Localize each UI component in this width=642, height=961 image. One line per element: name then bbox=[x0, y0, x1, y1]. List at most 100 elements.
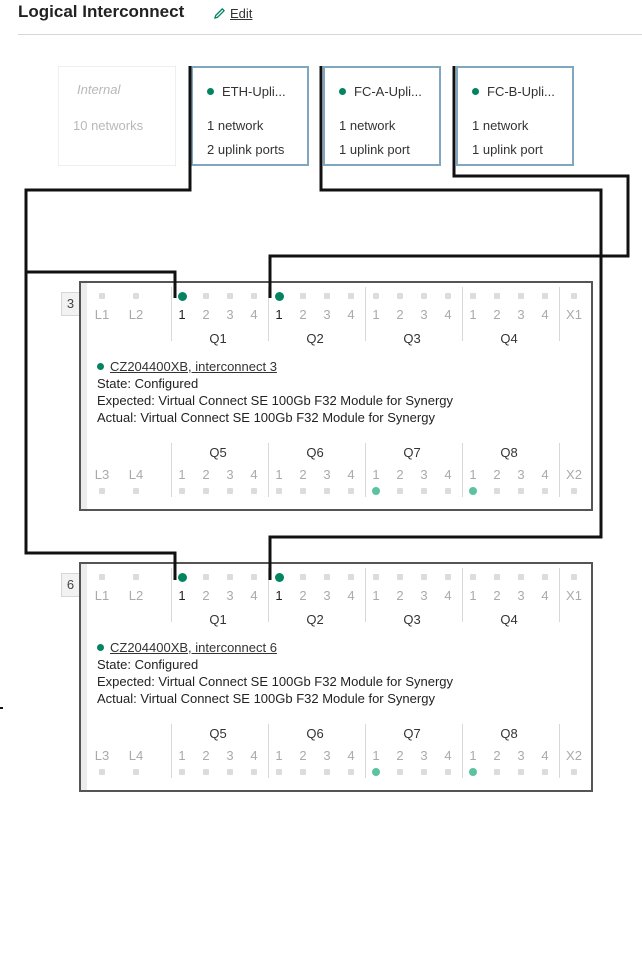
port-q3-4[interactable]: 4 bbox=[437, 285, 459, 345]
port-q3-3[interactable]: 3 bbox=[413, 566, 435, 626]
port-l2[interactable]: L2 bbox=[125, 285, 147, 345]
port-label: 3 bbox=[226, 748, 234, 763]
port-q7-2[interactable]: 2 bbox=[389, 441, 411, 501]
port-q5-2[interactable]: 2 bbox=[195, 441, 217, 501]
port-l3[interactable]: L3 bbox=[91, 722, 113, 782]
port-q1-2[interactable]: 2 bbox=[195, 566, 217, 626]
port-q1-4[interactable]: 4 bbox=[243, 285, 265, 345]
port-x2[interactable]: X2 bbox=[563, 722, 585, 782]
port-label: 3 bbox=[226, 307, 234, 322]
port-led bbox=[300, 293, 306, 299]
port-x1[interactable]: X1 bbox=[563, 285, 585, 345]
port-q1-1[interactable]: 1 bbox=[171, 566, 193, 626]
port-q6-4[interactable]: 4 bbox=[340, 441, 362, 501]
port-q7-3[interactable]: 3 bbox=[413, 722, 435, 782]
port-q5-2[interactable]: 2 bbox=[195, 722, 217, 782]
port-q1-3[interactable]: 3 bbox=[219, 285, 241, 345]
port-q3-4[interactable]: 4 bbox=[437, 566, 459, 626]
port-q3-2[interactable]: 2 bbox=[389, 566, 411, 626]
port-l4[interactable]: L4 bbox=[125, 441, 147, 501]
port-q5-1[interactable]: 1 bbox=[171, 441, 193, 501]
port-q4-2[interactable]: 2 bbox=[486, 285, 508, 345]
uplink-set-fc-b[interactable]: FC-B-Upli... 1 network 1 uplink port bbox=[456, 66, 574, 166]
port-q1-4[interactable]: 4 bbox=[243, 566, 265, 626]
port-q8-3[interactable]: 3 bbox=[510, 441, 532, 501]
port-led bbox=[470, 574, 476, 580]
port-q4-1[interactable]: 1 bbox=[462, 566, 484, 626]
port-q7-3[interactable]: 3 bbox=[413, 441, 435, 501]
port-x2[interactable]: X2 bbox=[563, 441, 585, 501]
port-label: 4 bbox=[541, 748, 549, 763]
port-q4-3[interactable]: 3 bbox=[510, 285, 532, 345]
port-l1[interactable]: L1 bbox=[91, 566, 113, 626]
port-q2-4[interactable]: 4 bbox=[340, 566, 362, 626]
port-q4-1[interactable]: 1 bbox=[462, 285, 484, 345]
port-q8-1[interactable]: 1 bbox=[462, 722, 484, 782]
uplink-set-fc-a[interactable]: FC-A-Upli... 1 network 1 uplink port bbox=[323, 66, 441, 166]
port-x1[interactable]: X1 bbox=[563, 566, 585, 626]
uplink-set-name: FC-B-Upli... bbox=[487, 84, 555, 99]
port-q7-1[interactable]: 1 bbox=[365, 441, 387, 501]
port-q8-2[interactable]: 2 bbox=[486, 441, 508, 501]
port-q7-4[interactable]: 4 bbox=[437, 441, 459, 501]
port-q3-3[interactable]: 3 bbox=[413, 285, 435, 345]
port-label: X2 bbox=[566, 467, 582, 482]
port-q3-2[interactable]: 2 bbox=[389, 285, 411, 345]
interconnect-link[interactable]: CZ204400XB, interconnect 3 bbox=[110, 358, 277, 375]
port-q6-2[interactable]: 2 bbox=[292, 441, 314, 501]
port-q3-1[interactable]: 1 bbox=[365, 285, 387, 345]
port-led bbox=[397, 769, 403, 775]
port-q2-3[interactable]: 3 bbox=[316, 566, 338, 626]
port-q6-2[interactable]: 2 bbox=[292, 722, 314, 782]
port-l2[interactable]: L2 bbox=[125, 566, 147, 626]
port-q5-1[interactable]: 1 bbox=[171, 722, 193, 782]
uplink-set-name: Internal bbox=[77, 82, 121, 97]
port-q4-4[interactable]: 4 bbox=[534, 285, 556, 345]
port-q1-2[interactable]: 2 bbox=[195, 285, 217, 345]
port-q5-3[interactable]: 3 bbox=[219, 722, 241, 782]
port-l1[interactable]: L1 bbox=[91, 285, 113, 345]
port-label: 3 bbox=[420, 467, 428, 482]
port-q5-4[interactable]: 4 bbox=[243, 441, 265, 501]
port-q8-3[interactable]: 3 bbox=[510, 722, 532, 782]
edit-link[interactable]: Edit bbox=[213, 6, 252, 21]
port-q1-1[interactable]: 1 bbox=[171, 285, 193, 345]
port-q2-1[interactable]: 1 bbox=[268, 285, 290, 345]
uplink-set-networks: 1 network bbox=[207, 118, 264, 133]
port-q6-3[interactable]: 3 bbox=[316, 441, 338, 501]
port-label: 1 bbox=[372, 588, 380, 603]
port-q5-3[interactable]: 3 bbox=[219, 441, 241, 501]
port-q5-4[interactable]: 4 bbox=[243, 722, 265, 782]
port-q3-1[interactable]: 1 bbox=[365, 566, 387, 626]
port-uplink-led bbox=[275, 292, 284, 301]
port-q1-3[interactable]: 3 bbox=[219, 566, 241, 626]
port-q7-4[interactable]: 4 bbox=[437, 722, 459, 782]
port-q6-1[interactable]: 1 bbox=[268, 722, 290, 782]
port-q8-4[interactable]: 4 bbox=[534, 722, 556, 782]
port-q6-4[interactable]: 4 bbox=[340, 722, 362, 782]
interconnect-link[interactable]: CZ204400XB, interconnect 6 bbox=[110, 639, 277, 656]
uplink-set-eth[interactable]: ETH-Upli... 1 network 2 uplink ports bbox=[191, 66, 309, 166]
interconnect-expected: Expected: Virtual Connect SE 100Gb F32 M… bbox=[97, 674, 454, 689]
port-q4-3[interactable]: 3 bbox=[510, 566, 532, 626]
port-q8-4[interactable]: 4 bbox=[534, 441, 556, 501]
port-q2-2[interactable]: 2 bbox=[292, 566, 314, 626]
port-q8-2[interactable]: 2 bbox=[486, 722, 508, 782]
port-label: 2 bbox=[396, 307, 404, 322]
port-q8-1[interactable]: 1 bbox=[462, 441, 484, 501]
port-q4-4[interactable]: 4 bbox=[534, 566, 556, 626]
port-l3[interactable]: L3 bbox=[91, 441, 113, 501]
port-q4-2[interactable]: 2 bbox=[486, 566, 508, 626]
port-led bbox=[203, 769, 209, 775]
port-q2-1[interactable]: 1 bbox=[268, 566, 290, 626]
port-q6-1[interactable]: 1 bbox=[268, 441, 290, 501]
port-q7-2[interactable]: 2 bbox=[389, 722, 411, 782]
port-label: 4 bbox=[444, 467, 452, 482]
port-q2-3[interactable]: 3 bbox=[316, 285, 338, 345]
port-q6-3[interactable]: 3 bbox=[316, 722, 338, 782]
port-q2-2[interactable]: 2 bbox=[292, 285, 314, 345]
port-l4[interactable]: L4 bbox=[125, 722, 147, 782]
port-q2-4[interactable]: 4 bbox=[340, 285, 362, 345]
port-label: 2 bbox=[299, 588, 307, 603]
port-q7-1[interactable]: 1 bbox=[365, 722, 387, 782]
